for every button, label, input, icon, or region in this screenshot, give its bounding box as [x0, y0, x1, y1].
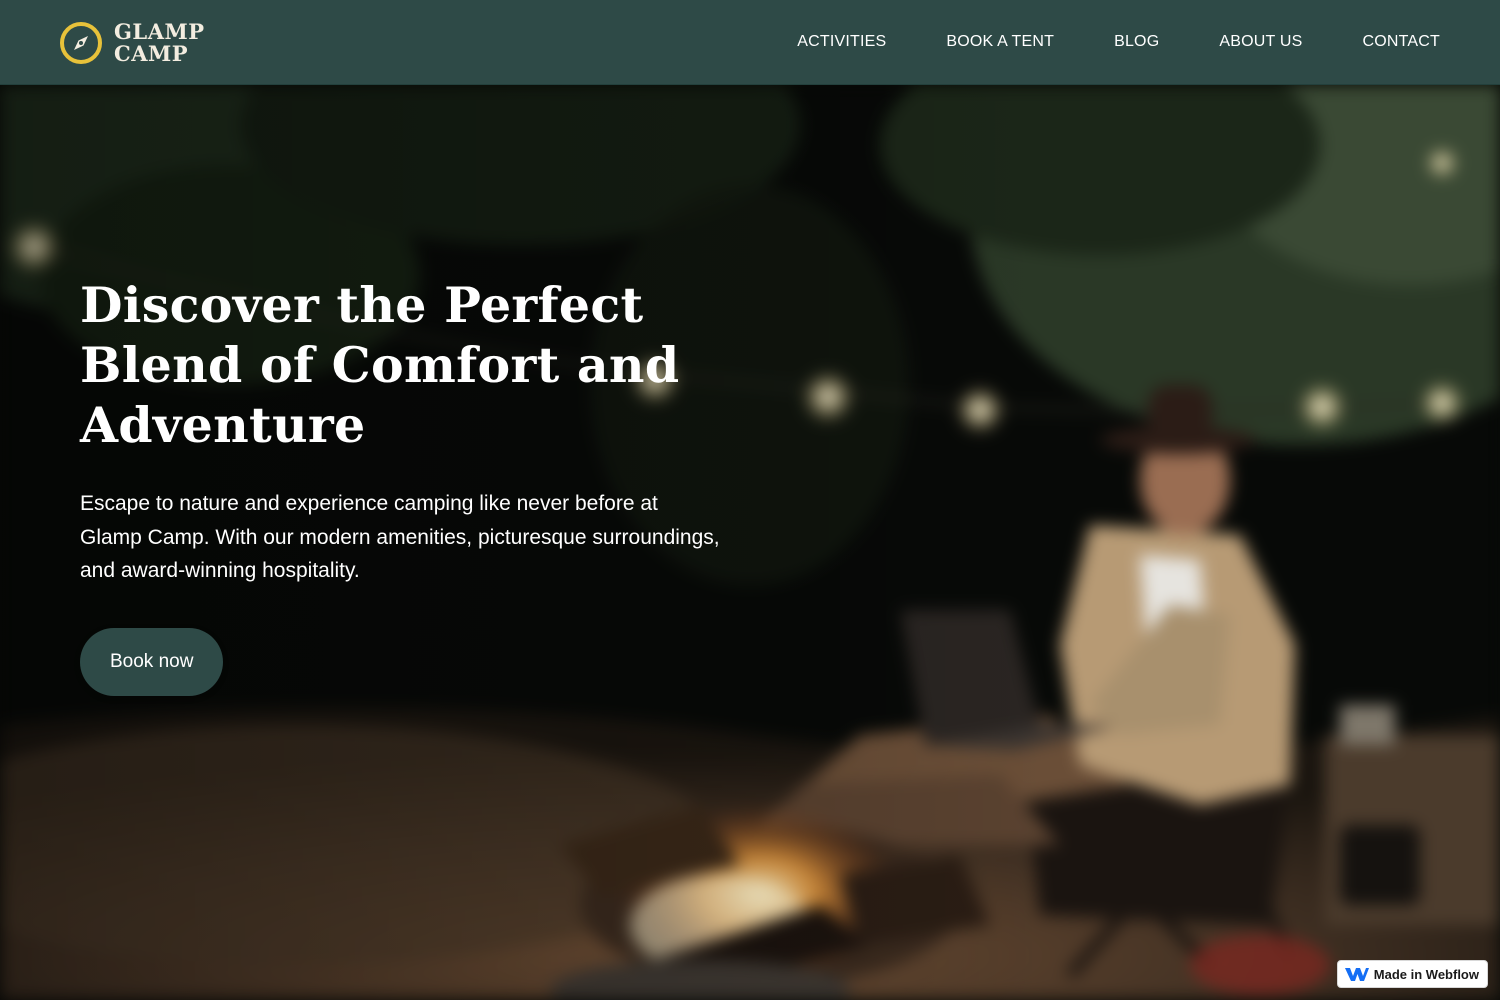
made-in-webflow-badge[interactable]: Made in Webflow [1336, 960, 1488, 988]
nav-activities[interactable]: ACTIVITIES [797, 33, 886, 51]
nav-book-a-tent[interactable]: BOOK A TENT [946, 33, 1054, 51]
hero-section: Discover the Perfect Blend of Comfort an… [0, 85, 1500, 1000]
hero-heading: Discover the Perfect Blend of Comfort an… [80, 276, 680, 454]
brand-wordmark: GLAMP CAMP [114, 21, 205, 65]
site-header: GLAMP CAMP ACTIVITIES BOOK A TENT BLOG A… [0, 0, 1500, 85]
compass-icon [60, 22, 102, 64]
brand-line-1: GLAMP [114, 19, 205, 44]
hero-content: Discover the Perfect Blend of Comfort an… [80, 275, 740, 696]
nav-blog[interactable]: BLOG [1114, 33, 1159, 51]
book-now-button[interactable]: Book now [80, 627, 224, 696]
webflow-logo-icon [1344, 968, 1369, 981]
nav-contact[interactable]: CONTACT [1362, 33, 1440, 51]
brand-line-2: CAMP [114, 41, 189, 66]
nav-about-us[interactable]: ABOUT US [1219, 33, 1302, 51]
badge-label: Made in Webflow [1373, 966, 1479, 982]
brand-logo-link[interactable]: GLAMP CAMP [58, 18, 205, 68]
hero-description: Escape to nature and experience camping … [80, 492, 720, 582]
main-nav: ACTIVITIES BOOK A TENT BLOG ABOUT US CON… [797, 0, 1440, 84]
